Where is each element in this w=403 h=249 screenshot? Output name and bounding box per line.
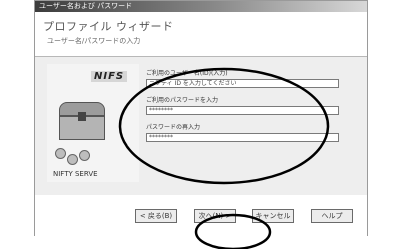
window-title: ユーザー名および パスワード [39, 2, 133, 10]
cancel-button[interactable]: キャンセル [252, 209, 294, 223]
profile-wizard-dialog: ユーザー名および パスワード プロファイル ウィザード ユーザー名/パスワードの… [34, 0, 368, 237]
company-logo: NIFTY SERVE [53, 170, 98, 178]
coin-icon [67, 154, 78, 165]
brand-logo: NIFS [91, 71, 128, 82]
button-bar: < 戻る(B) 次へ(N) > キャンセル ヘルプ [35, 195, 367, 237]
title-bar: ユーザー名および パスワード [35, 1, 367, 12]
wizard-title: プロファイル ウィザード [43, 20, 174, 33]
logo-panel: NIFS NIFTY SERVE [47, 64, 139, 182]
coin-icon [79, 150, 90, 161]
treasure-chest-icon [59, 102, 105, 140]
coin-icon [55, 148, 66, 159]
password-confirm-input[interactable]: ******** [146, 133, 339, 142]
password-label: ご利用のパスワードを入力 [146, 97, 219, 104]
password-input[interactable]: ******** [146, 106, 339, 115]
back-button[interactable]: < 戻る(B) [135, 209, 177, 223]
password-confirm-label: パスワードの再入力 [146, 124, 201, 131]
wizard-header: プロファイル ウィザード ユーザー名/パスワードの入力 [35, 12, 367, 57]
wizard-content: NIFS NIFTY SERVE ご利用のユーザー名(ID)(入力) ニフティ … [35, 57, 367, 195]
username-input[interactable]: ニフティ ID を入力してください [146, 79, 339, 88]
help-button[interactable]: ヘルプ [311, 209, 353, 223]
wizard-subtitle: ユーザー名/パスワードの入力 [47, 37, 141, 45]
next-button[interactable]: 次へ(N) > [194, 209, 236, 223]
username-label: ご利用のユーザー名(ID)(入力) [146, 70, 228, 77]
